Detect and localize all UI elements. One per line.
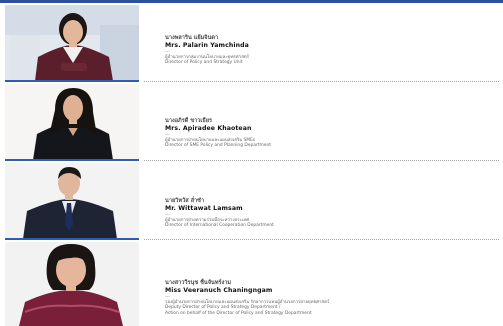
person-english-name: Miss Veeranuch Chaningngam	[165, 287, 273, 294]
person-thai-name: นางสาววีรนุช ชื่นจันทร์งาม	[165, 280, 232, 286]
person-photo	[5, 84, 139, 160]
person-title-english-2: Action on behalf of the Director of Poli…	[165, 310, 312, 316]
person-card-4: นางสาววีรนุช ชื่นจันทร์งาม Miss Veeranuc…	[5, 242, 499, 326]
person-photo	[5, 5, 139, 81]
person-thai-name: นางพลาริน แย้มจินดา	[165, 35, 219, 41]
photo-accent-line	[5, 159, 139, 161]
photo-accent-line	[5, 80, 139, 82]
person-title-english: Director of Policy and Strategy Unit	[165, 60, 243, 66]
person-card-3: นายวิทวัส ล่ำซำ Mr. Wittawat Lamsam --- …	[5, 163, 499, 240]
person-english-name: Mrs. Apiradee Khaotean	[165, 125, 252, 132]
person-english-name: Mrs. Palarin Yamchinda	[165, 42, 249, 49]
person-photo	[5, 163, 139, 239]
person-photo	[5, 242, 139, 326]
row-divider	[144, 160, 499, 161]
row-divider	[144, 81, 499, 82]
photo-accent-line	[5, 238, 139, 240]
person-card-1: นางพลาริน แย้มจินดา Mrs. Palarin Yamchin…	[5, 5, 499, 82]
person-title-english: Director of SME Policy and Planning Depa…	[165, 143, 271, 149]
person-card-2: นางอภิรดี ขาวเธียร Mrs. Apiradee Khaotea…	[5, 84, 499, 161]
person-title-english: Director of International Cooperation De…	[165, 223, 274, 229]
top-accent-bar	[0, 0, 503, 3]
person-thai-name: นายวิทวัส ล่ำซำ	[165, 198, 205, 204]
person-thai-name: นางอภิรดี ขาวเธียร	[165, 118, 213, 124]
person-english-name: Mr. Wittawat Lamsam	[165, 205, 243, 212]
row-divider	[144, 239, 499, 240]
